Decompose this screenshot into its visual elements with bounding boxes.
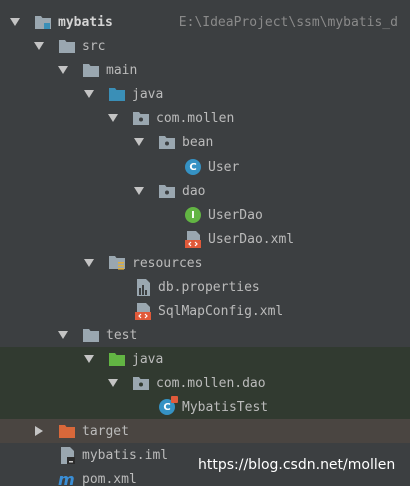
expand-arrow-icon[interactable] xyxy=(106,111,120,125)
tree-node-target[interactable]: target xyxy=(0,419,410,443)
tree-node-userdao[interactable]: I UserDao xyxy=(0,203,410,227)
tree-label: target xyxy=(82,423,129,439)
tree-label: src xyxy=(82,38,106,54)
tree-node-mybatistest[interactable]: C MybatisTest xyxy=(0,395,410,420)
tree-label: MybatisTest xyxy=(182,399,269,415)
expand-arrow-icon[interactable] xyxy=(106,376,120,390)
tree-node-bean[interactable]: bean xyxy=(0,130,410,154)
tree-node-db-properties[interactable]: db.properties xyxy=(0,275,410,299)
tree-node-com-mollen[interactable]: com.mollen xyxy=(0,106,410,130)
watermark: https://blog.csdn.net/mollen xyxy=(198,457,396,473)
expand-arrow-icon[interactable] xyxy=(82,87,96,101)
resources-folder-icon xyxy=(108,254,126,272)
tree-node-src[interactable]: src xyxy=(0,34,410,58)
iml-file-icon xyxy=(58,446,76,464)
tree-node-test[interactable]: test xyxy=(0,323,410,347)
test-source-folder-icon xyxy=(108,350,126,368)
folder-icon xyxy=(58,37,76,55)
tree-label: pom.xml xyxy=(82,471,137,486)
expand-arrow-icon[interactable] xyxy=(82,256,96,270)
tree-node-dao[interactable]: dao xyxy=(0,179,410,203)
xml-file-icon xyxy=(134,302,152,320)
tree-node-com-mollen-dao[interactable]: com.mollen.dao xyxy=(0,371,410,396)
project-path: E:\IdeaProject\ssm\mybatis_d xyxy=(178,14,398,30)
class-icon: C xyxy=(184,158,202,176)
tree-label: main xyxy=(106,62,138,78)
tree-node-main[interactable]: main xyxy=(0,58,410,82)
tree-node-java-test[interactable]: java xyxy=(0,347,410,372)
tree-node-sqlmapconfig-xml[interactable]: SqlMapConfig.xml xyxy=(0,299,410,323)
module-folder-icon xyxy=(34,13,52,31)
tree-label: db.properties xyxy=(158,279,260,295)
properties-file-icon xyxy=(134,278,152,296)
tree-node-resources[interactable]: resources xyxy=(0,251,410,275)
tree-label: java xyxy=(132,86,164,102)
tree-label: mybatis.iml xyxy=(82,447,169,463)
expand-arrow-icon[interactable] xyxy=(82,352,96,366)
collapsed-arrow-icon[interactable] xyxy=(32,424,46,438)
tree-label: com.mollen xyxy=(156,110,235,126)
tree-node-user[interactable]: C User xyxy=(0,155,410,179)
tree-node-userdao-xml[interactable]: UserDao.xml xyxy=(0,227,410,251)
source-folder-icon xyxy=(108,85,126,103)
tree-label: User xyxy=(208,159,240,175)
tree-label: UserDao xyxy=(208,207,263,223)
expand-arrow-icon[interactable] xyxy=(56,63,70,77)
tree-label: dao xyxy=(182,183,206,199)
package-icon xyxy=(132,109,150,127)
tree-label: bean xyxy=(182,134,214,150)
tree-label: java xyxy=(132,351,164,367)
expand-arrow-icon[interactable] xyxy=(56,328,70,342)
tree-label: UserDao.xml xyxy=(208,231,295,247)
tree-node-java-main[interactable]: java xyxy=(0,82,410,106)
excluded-folder-icon xyxy=(58,422,76,440)
expand-arrow-icon[interactable] xyxy=(132,135,146,149)
package-icon xyxy=(132,374,150,392)
maven-icon: m xyxy=(58,470,76,486)
tree-label: test xyxy=(106,327,138,343)
tree-label: com.mollen.dao xyxy=(156,375,266,391)
folder-icon xyxy=(82,326,100,344)
package-icon xyxy=(158,133,176,151)
project-tree: mybatis E:\IdeaProject\ssm\mybatis_d src… xyxy=(0,0,410,486)
tree-label: resources xyxy=(132,255,203,271)
expand-arrow-icon[interactable] xyxy=(32,39,46,53)
tree-node-mybatis[interactable]: mybatis E:\IdeaProject\ssm\mybatis_d xyxy=(0,10,410,34)
package-icon xyxy=(158,182,176,200)
expand-arrow-icon[interactable] xyxy=(8,15,22,29)
tree-label: SqlMapConfig.xml xyxy=(158,303,284,319)
tree-label: mybatis xyxy=(58,14,113,30)
test-class-icon: C xyxy=(158,396,178,416)
svg-text:m: m xyxy=(58,472,75,486)
interface-icon: I xyxy=(184,206,202,224)
folder-icon xyxy=(82,61,100,79)
expand-arrow-icon[interactable] xyxy=(132,184,146,198)
xml-file-icon xyxy=(184,230,202,248)
